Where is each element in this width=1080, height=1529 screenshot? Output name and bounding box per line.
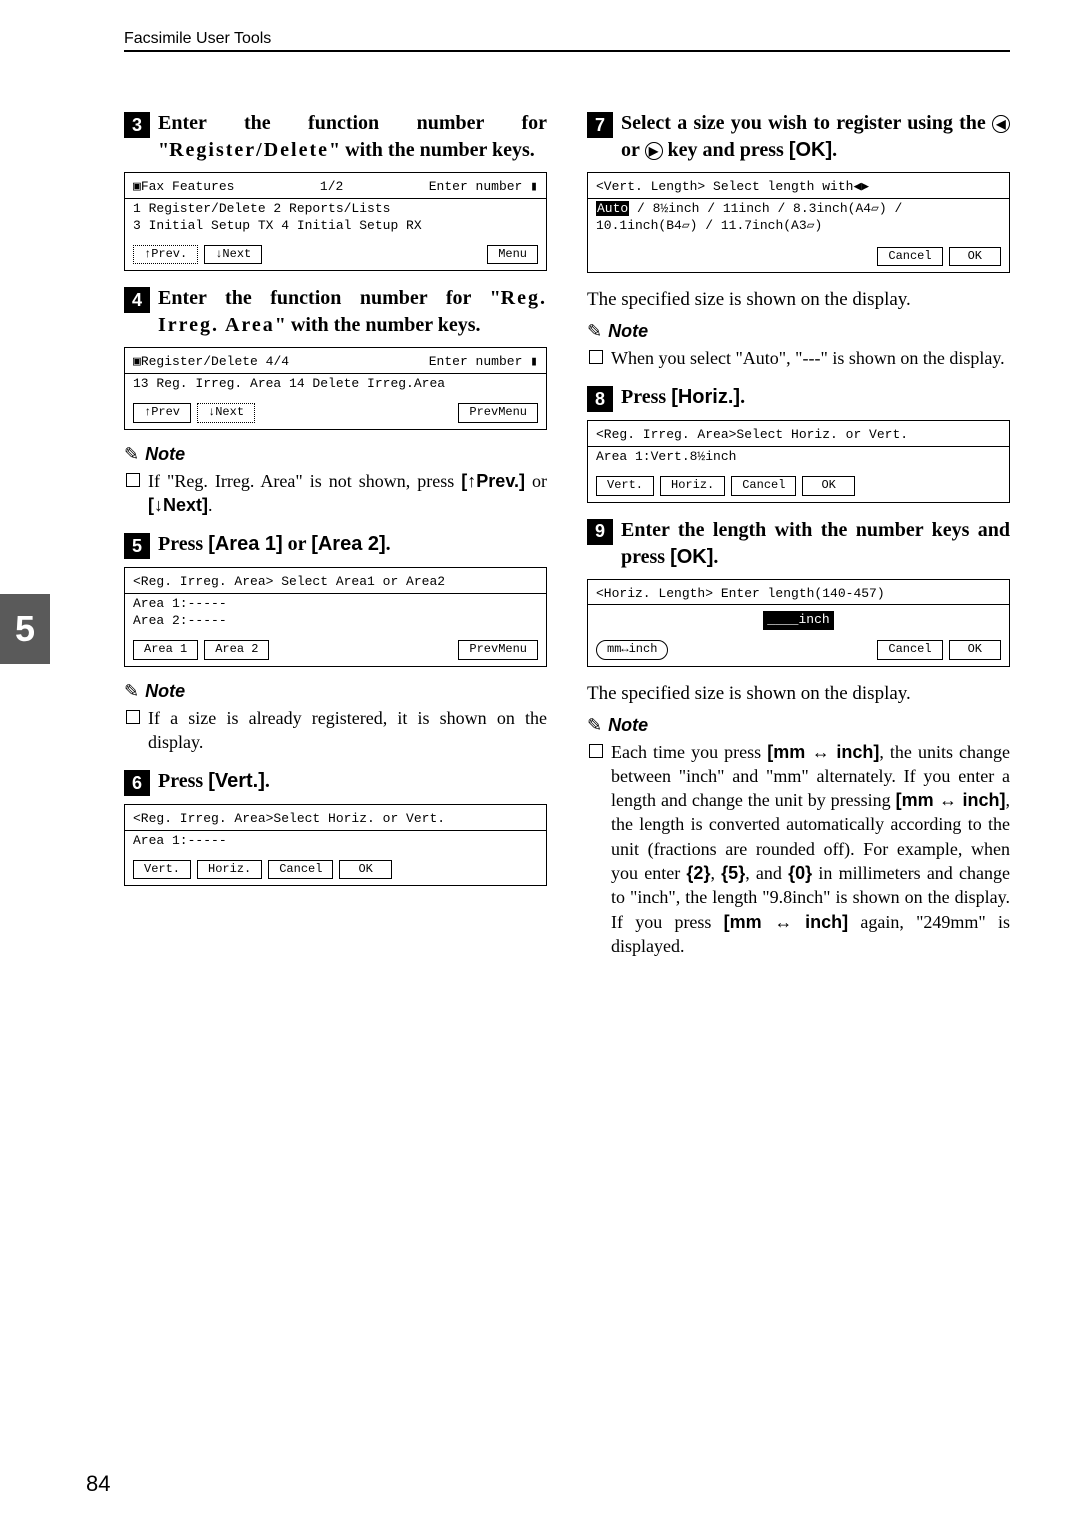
area1-button[interactable]: Area 1 (133, 640, 198, 660)
next-button[interactable]: ↓Next (197, 403, 255, 423)
step-number-5: 5 (124, 533, 150, 559)
lcd-screen-5: <Reg. Irreg. Area> Select Area1 or Area2… (124, 567, 547, 666)
lcd-screen-3: ▣Fax Features1/2Enter number ▮ 1 Registe… (124, 172, 547, 271)
prevmenu-button[interactable]: PrevMenu (458, 640, 538, 660)
step-8: 8 Press [Horiz.]. <Reg. Irreg. Area>Sele… (587, 384, 1010, 502)
step-6: 6 Press [Vert.]. <Reg. Irreg. Area>Selec… (124, 768, 547, 886)
ok-button[interactable]: OK (802, 476, 854, 496)
content-columns: 3 Enter the function number for "Registe… (86, 110, 1010, 972)
lcd-screen-4: ▣Register/Delete 4/4Enter number ▮ 13 Re… (124, 347, 547, 429)
step-8-text: Press [Horiz.]. (621, 384, 745, 411)
prev-button[interactable]: ↑Prev. (133, 245, 198, 265)
area2-button[interactable]: Area 2 (204, 640, 269, 660)
step-4: 4 Enter the function number for "Reg. Ir… (124, 285, 547, 517)
step-9-result: The specified size is shown on the displ… (587, 681, 1010, 707)
step-5: 5 Press [Area 1] or [Area 2]. <Reg. Irre… (124, 531, 547, 754)
note-heading: ✎ Note (124, 681, 547, 702)
note-5-body: If a size is already registered, it is s… (126, 706, 547, 755)
chapter-tab: 5 (0, 594, 50, 664)
prevmenu-button[interactable]: PrevMenu (458, 403, 538, 423)
step-7-result: The specified size is shown on the displ… (587, 287, 1010, 313)
step-6-text: Press [Vert.]. (158, 768, 270, 795)
step-9-text: Enter the length with the number keys an… (621, 517, 1010, 571)
step-number-6: 6 (124, 770, 150, 796)
note-heading: ✎ Note (587, 321, 1010, 342)
step-number-9: 9 (587, 519, 613, 545)
note-9-body: Each time you press [mm ↔ inch], the uni… (589, 740, 1010, 959)
note-heading: ✎ Note (587, 715, 1010, 736)
prev-button[interactable]: ↑Prev (133, 403, 191, 423)
note-7-body: When you select "Auto", "---" is shown o… (589, 346, 1010, 370)
note-heading: ✎ Note (124, 444, 547, 465)
bullet-icon (589, 744, 603, 758)
vert-button[interactable]: Vert. (596, 476, 654, 496)
ok-button[interactable]: OK (949, 247, 1001, 267)
step-3: 3 Enter the function number for "Registe… (124, 110, 547, 271)
next-button[interactable]: ↓Next (204, 245, 262, 265)
step-3-text: Enter the function number for "Register/… (158, 110, 547, 164)
step-4-text: Enter the function number for "Reg. Irre… (158, 285, 547, 339)
step-5-text: Press [Area 1] or [Area 2]. (158, 531, 391, 558)
lcd-screen-8: <Reg. Irreg. Area>Select Horiz. or Vert.… (587, 420, 1010, 502)
ok-button[interactable]: OK (949, 640, 1001, 660)
bullet-icon (126, 473, 140, 487)
length-input-field[interactable]: ____inch (763, 611, 833, 630)
step-7-text: Select a size you wish to register using… (621, 110, 1010, 164)
step-number-7: 7 (587, 112, 613, 138)
left-column: 3 Enter the function number for "Registe… (86, 110, 547, 972)
step-number-8: 8 (587, 386, 613, 412)
note-4-body: If "Reg. Irreg. Area" is not shown, pres… (126, 469, 547, 518)
lcd-screen-9: <Horiz. Length> Enter length(140-457) __… (587, 579, 1010, 667)
step-7: 7 Select a size you wish to register usi… (587, 110, 1010, 370)
cancel-button[interactable]: Cancel (877, 640, 942, 660)
step-number-3: 3 (124, 112, 150, 138)
page-number: 84 (86, 1471, 110, 1497)
left-arrow-icon: ◀ (992, 115, 1010, 133)
cancel-button[interactable]: Cancel (731, 476, 796, 496)
horiz-button[interactable]: Horiz. (660, 476, 725, 496)
note-icon: ✎ (124, 681, 139, 702)
vert-button[interactable]: Vert. (133, 860, 191, 880)
note-icon: ✎ (124, 444, 139, 465)
note-icon: ✎ (587, 715, 602, 736)
menu-button[interactable]: Menu (487, 245, 538, 265)
bullet-icon (589, 350, 603, 364)
cancel-button[interactable]: Cancel (268, 860, 333, 880)
lcd-screen-7: <Vert. Length> Select length with◀▶ Auto… (587, 172, 1010, 273)
header-rule (124, 50, 1010, 52)
mm-inch-button[interactable]: mm↔inch (596, 640, 668, 660)
running-header: Facsimile User Tools (124, 30, 271, 48)
right-arrow-icon: ▶ (645, 142, 663, 160)
lcd-screen-6: <Reg. Irreg. Area>Select Horiz. or Vert.… (124, 804, 547, 886)
bullet-icon (126, 710, 140, 724)
note-icon: ✎ (587, 321, 602, 342)
cancel-button[interactable]: Cancel (877, 247, 942, 267)
ok-button[interactable]: OK (339, 860, 391, 880)
right-column: 7 Select a size you wish to register usi… (587, 110, 1010, 972)
step-number-4: 4 (124, 287, 150, 313)
step-9: 9 Enter the length with the number keys … (587, 517, 1010, 959)
horiz-button[interactable]: Horiz. (197, 860, 262, 880)
